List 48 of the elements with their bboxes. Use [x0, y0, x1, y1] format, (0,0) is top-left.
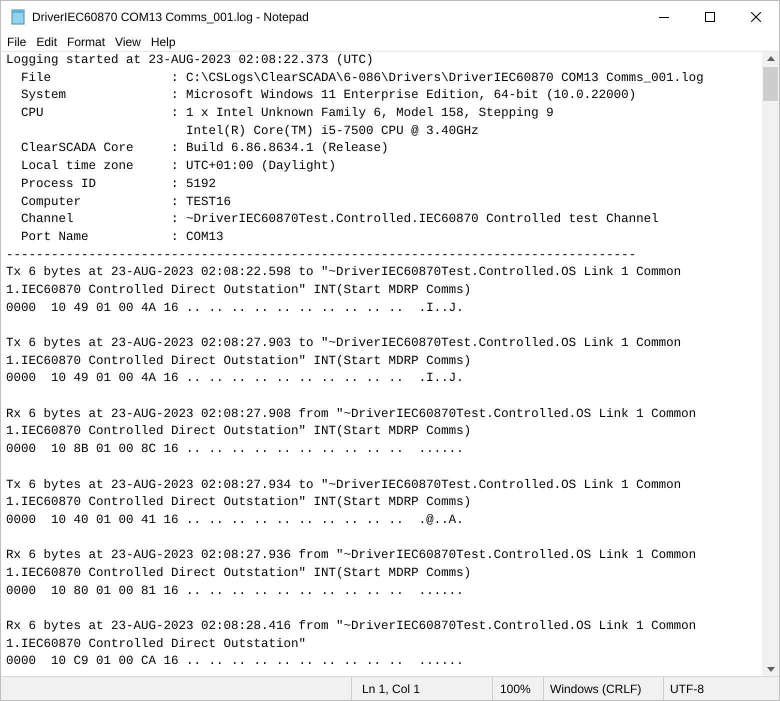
log-line: Tx 6 bytes at 23-AUG-2023 02:08:22.598 to "~DriverIEC60870Test.Controlled.OS Link 1 Common [6, 264, 682, 282]
maximize-icon [705, 12, 715, 22]
log-line: Logging started at 23-AUG-2023 02:08:22.373 (UTC) [6, 52, 375, 69]
log-line: Tx 6 bytes at 23-AUG-2023 02:08:27.903 to "~DriverIEC60870Test.Controlled.OS Link 1 Common [6, 335, 682, 352]
menu-item[interactable]: Edit [31, 33, 62, 51]
log-line: 1.IEC60870 Controlled Direct Outstation" INT(Start MDRP Comms) [6, 282, 472, 299]
notepad-icon [10, 9, 26, 25]
log-line: ClearSCADA Core : Build 6.86.8634.1 (Release) [20, 140, 390, 158]
close-icon [751, 12, 761, 22]
log-line: 0000 10 C9 01 00 CA 16 .. .. .. .. .. .. .. .. .. .. ...... [6, 653, 465, 670]
log-line: Computer : TEST16 [20, 194, 232, 210]
log-line: 1.IEC60870 Controlled Direct Outstation" INT(Start MDRP Comms) [6, 564, 472, 582]
log-line: Port Name : COM13 [20, 228, 225, 246]
cursor-position: Ln 1, Col 1 [351, 677, 492, 700]
log-line: 1.IEC60870 Controlled Direct Outstation" INT(Start MDRP Comms) [6, 494, 472, 512]
log-line: 0000 10 49 01 00 4A 16 .. .. .. .. .. .. .. .. .. .. .I..J. [6, 300, 465, 317]
scrollbar-thumb[interactable] [763, 67, 778, 101]
scrollbar[interactable] [762, 52, 779, 676]
log-line: 0000 10 8B 01 00 8C 16 .. .. .. .. .. .. .. .. .. .. ...... [6, 441, 465, 458]
log-line: Rx 6 bytes at 23-AUG-2023 02:08:27.936 from "~DriverIEC60870Test.Controlled.OS Link 1 Common [6, 547, 698, 564]
log-line: 1.IEC60870 Controlled Direct Outstation" [6, 636, 308, 653]
log-line: 0000 10 80 01 00 81 16 .. .. .. .. .. .. .. .. .. .. ...... [6, 582, 465, 600]
log-line: CPU : 1 x Intel Unknown Family 6, Model 158, Stepping 9 [20, 105, 555, 122]
menu-item[interactable]: File [2, 33, 32, 51]
encoding: UTF-8 [663, 677, 779, 700]
zoom-level: 100% [492, 677, 543, 700]
log-line: Process ID : 5192 [20, 176, 218, 193]
scroll-down-icon [766, 667, 774, 672]
log-line: Tx 6 bytes at 23-AUG-2023 02:08:27.934 to "~DriverIEC60870Test.Controlled.OS Link 1 Common [6, 476, 682, 494]
log-line: System : Microsoft Windows 11 Enterprise Edition, 64-bit (10.0.22000) [20, 87, 638, 104]
log-line: 0000 10 40 01 00 41 16 .. .. .. .. .. .. .. .. .. .. .@..A. [6, 512, 465, 529]
window-title: DriverIEC60870 COM13 Comms_001.log - Notepad [32, 9, 309, 26]
log-line: Local time zone : UTC+01:00 (Daylight) [20, 158, 338, 176]
log-line: 1.IEC60870 Controlled Direct Outstation" INT(Start MDRP Comms) [6, 352, 472, 370]
separator-line: ------------------------------------------------------------------------------------ [6, 246, 638, 264]
line-ending: Windows (CRLF) [543, 677, 663, 700]
log-line: File : C:\CSLogs\ClearSCADA\6-086\Drivers\DriverIEC60870 COM13 Comms_001.log [20, 70, 705, 87]
scroll-up-icon [766, 56, 774, 61]
log-line: Channel : ~DriverIEC60870Test.Controlled.IEC60870 Controlled test Channel [20, 211, 660, 228]
menu-item[interactable]: Help [146, 33, 181, 51]
menu-item[interactable]: View [110, 33, 146, 51]
log-line: Intel(R) Core(TM) i5-7500 CPU @ 3.40GHz [185, 122, 480, 140]
log-line: 0000 10 49 01 00 4A 16 .. .. .. .. .. .. .. .. .. .. .I..J. [6, 370, 465, 388]
log-line: 1.IEC60870 Controlled Direct Outstation" INT(Start MDRP Comms) [6, 423, 472, 440]
log-line: Rx 6 bytes at 23-AUG-2023 02:08:28.416 from "~DriverIEC60870Test.Controlled.OS Link 1 Common [6, 618, 698, 635]
minimize-icon [659, 16, 669, 18]
log-line: Rx 6 bytes at 23-AUG-2023 02:08:27.908 from "~DriverIEC60870Test.Controlled.OS Link 1 Common [6, 406, 698, 423]
menu-item[interactable]: Format [62, 33, 110, 51]
